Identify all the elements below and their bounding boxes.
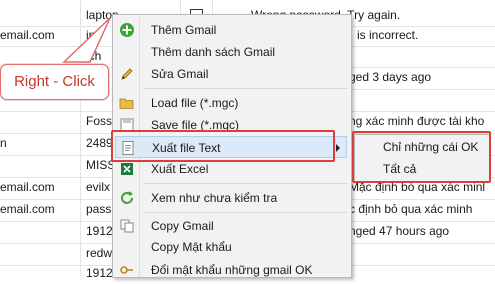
submenu-arrow-icon: [336, 144, 340, 152]
refresh-icon: [121, 191, 133, 204]
menu-item-label: Copy Mật khẩu: [151, 240, 232, 254]
menu-item-label: Xem như chưa kiểm tra: [151, 191, 278, 205]
email-cell: email.com: [0, 180, 55, 194]
pencil-icon: [121, 68, 133, 80]
green-plus-icon: [120, 23, 134, 37]
menu-item-label: Copy Gmail: [151, 219, 214, 233]
excel-icon: [121, 163, 133, 175]
menu-item-load-file[interactable]: Load file (*.mgc): [115, 92, 347, 114]
menu-item-add-gmail[interactable]: Thêm Gmail: [115, 19, 347, 41]
status-cell: nged 47 hours ago: [349, 224, 450, 238]
menu-item-label: Thêm danh sách Gmail: [151, 45, 276, 59]
menu-item-label: Load file (*.mgc): [151, 96, 239, 110]
menu-item-mark-unchecked[interactable]: Xem như chưa kiểm tra: [115, 187, 347, 209]
callout-text: Right - Click: [14, 73, 95, 90]
menu-separator: [143, 183, 347, 184]
email-cell: email.com: [0, 202, 55, 216]
menu-item-label: Đổi mật khẩu những gmail OK: [151, 263, 313, 277]
menu-item-add-gmail-list[interactable]: Thêm danh sách Gmail: [115, 41, 347, 63]
menu-item-edit-gmail[interactable]: Sửa Gmail: [115, 63, 347, 85]
menu-separator: [143, 212, 347, 213]
folder-open-icon: [119, 98, 134, 109]
status-cell: c định bỏ qua xác minh: [349, 202, 473, 216]
menu-item-copy-gmail[interactable]: Copy Gmail: [115, 215, 347, 237]
email-cell: n: [0, 136, 7, 150]
submenu-highlight-frame: [352, 131, 491, 183]
copy-icon: [120, 219, 134, 233]
menu-item-label: Sửa Gmail: [151, 67, 209, 81]
menu-separator: [143, 88, 347, 89]
right-click-callout: Right - Click: [0, 64, 109, 100]
menu-item-change-password[interactable]: Đổi mật khẩu những gmail OK: [115, 259, 347, 281]
status-cell: is incorrect.: [357, 28, 419, 42]
menu-item-copy-password[interactable]: Copy Mật khẩu: [115, 236, 347, 258]
menu-item-label: Thêm Gmail: [151, 23, 217, 37]
callout-tail: [62, 17, 111, 63]
status-cell: ng xác minh được tài kho: [349, 114, 485, 128]
export-text-highlight-frame: [111, 130, 335, 162]
status-cell: ged 3 days ago: [349, 70, 432, 84]
